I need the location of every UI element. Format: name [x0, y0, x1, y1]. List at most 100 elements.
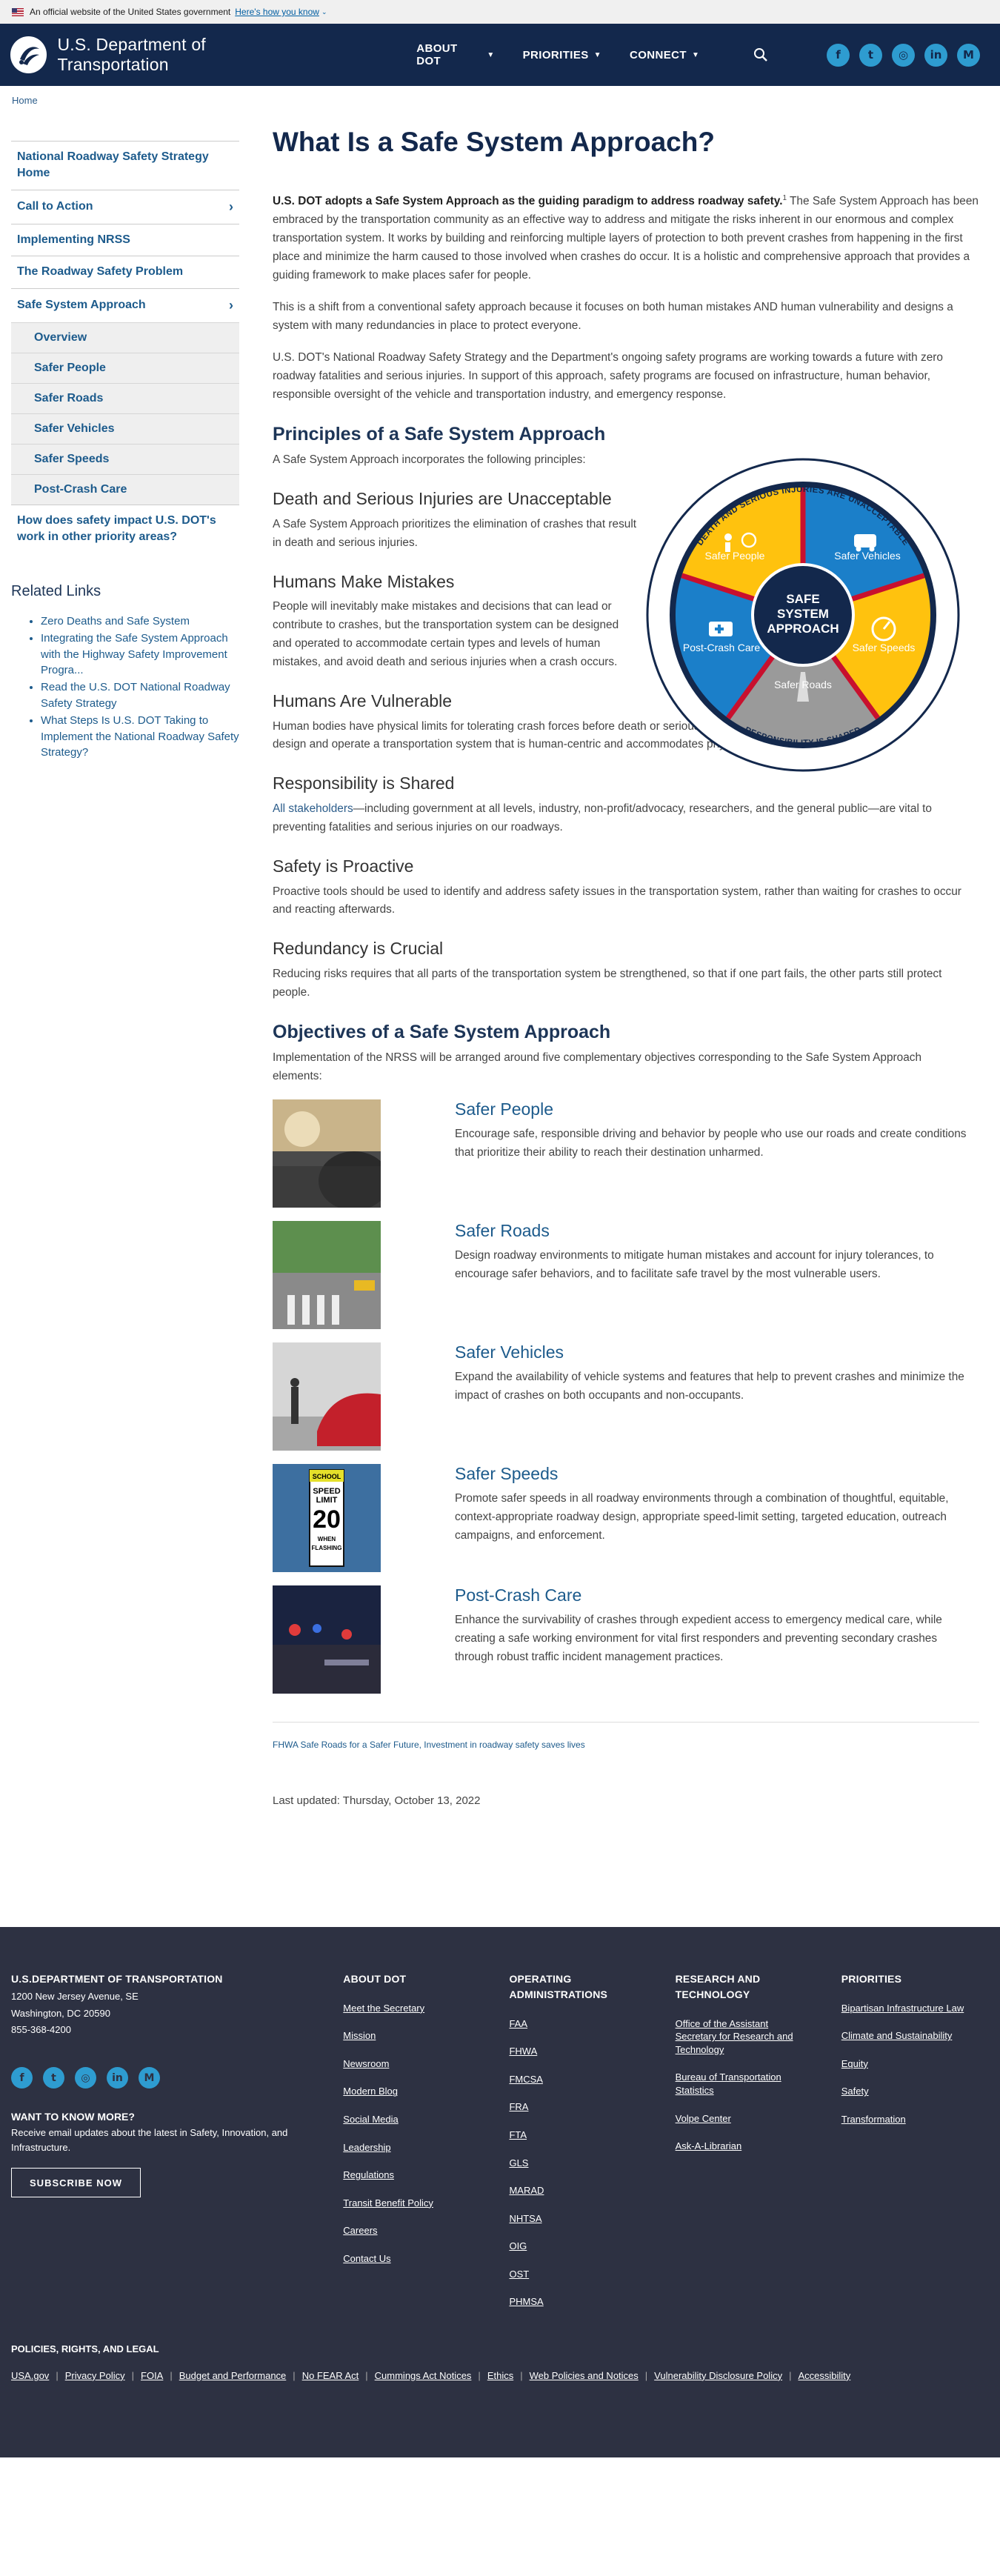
- wheel-segment-safer-speeds: Safer Speeds: [853, 642, 916, 653]
- lead-paragraph: U.S. DOT adopts a Safe System Approach a…: [273, 193, 979, 285]
- sign-speed-text: SPEED: [313, 1487, 340, 1496]
- safer-roads-link[interactable]: Safer Roads: [455, 1221, 550, 1240]
- principles-title: Principles of a Safe System Approach: [273, 424, 606, 445]
- policy-link[interactable]: Budget and Performance: [179, 2370, 287, 2381]
- footer-link[interactable]: Bureau of Transportation Statistics: [676, 2071, 809, 2097]
- footnote-link[interactable]: FHWA Safe Roads for a Safer Future, Inve…: [273, 1740, 979, 1750]
- footer-link[interactable]: Equity: [841, 2057, 989, 2071]
- footer-link[interactable]: Careers: [343, 2224, 509, 2237]
- footer-link[interactable]: Transformation: [841, 2113, 989, 2126]
- footer-link[interactable]: FTA: [509, 2129, 675, 2142]
- related-link[interactable]: Integrating the Safe System Approach wit…: [41, 632, 228, 676]
- sidebar-subitem-safer-vehicles[interactable]: Safer Vehicles: [11, 413, 239, 444]
- subscribe-button[interactable]: SUBSCRIBE NOW: [11, 2168, 141, 2198]
- instagram-icon[interactable]: ◎: [75, 2067, 96, 2089]
- sidebar-subitem-safer-speeds[interactable]: Safer Speeds: [11, 443, 239, 474]
- sidebar-subitem-post-crash-care[interactable]: Post-Crash Care: [11, 473, 239, 505]
- footer-link[interactable]: Meet the Secretary: [343, 2002, 509, 2015]
- sidebar-item-implementing-nrss[interactable]: Implementing NRSS: [11, 223, 239, 256]
- policy-link[interactable]: USA.gov: [11, 2370, 49, 2381]
- site-logo[interactable]: U.S. Department of Transportation: [10, 35, 319, 75]
- footer-link[interactable]: Climate and Sustainability: [841, 2029, 989, 2043]
- objective-text: Expand the availability of vehicle syste…: [455, 1370, 964, 1402]
- facebook-icon[interactable]: f: [827, 43, 850, 67]
- safer-people-link[interactable]: Safer People: [455, 1099, 553, 1119]
- footer-link[interactable]: FAA: [509, 2017, 675, 2031]
- footer-link[interactable]: Newsroom: [343, 2057, 509, 2071]
- footer-link[interactable]: Volpe Center: [676, 2112, 841, 2126]
- footer-link[interactable]: Office of the Assistant Secretary for Re…: [676, 2017, 809, 2057]
- footer-link[interactable]: Contact Us: [343, 2252, 509, 2266]
- linkedin-icon[interactable]: in: [107, 2067, 128, 2089]
- safer-vehicles-link[interactable]: Safer Vehicles: [455, 1342, 564, 1362]
- sidebar-item-priority-areas[interactable]: How does safety impact U.S. DOT's work i…: [11, 504, 239, 553]
- want-to-know-desc: Receive email updates about the latest i…: [11, 2127, 288, 2154]
- footer-link[interactable]: Regulations: [343, 2169, 509, 2182]
- policy-link[interactable]: No FEAR Act: [302, 2370, 359, 2381]
- medium-icon[interactable]: M: [957, 43, 980, 67]
- footer-research-tech: RESEARCH AND TECHNOLOGY Office of the As…: [676, 1971, 841, 2309]
- instagram-icon[interactable]: ◎: [892, 43, 915, 67]
- policy-link[interactable]: FOIA: [141, 2370, 163, 2381]
- objective-text: Promote safer speeds in all roadway envi…: [455, 1491, 949, 1542]
- how-you-know-link[interactable]: Here's how you know: [235, 7, 319, 17]
- policy-link[interactable]: Accessibility: [798, 2370, 850, 2381]
- policy-link[interactable]: Ethics: [487, 2370, 513, 2381]
- emergency-scene-photo: [273, 1585, 381, 1694]
- separator: |: [293, 2369, 296, 2381]
- footer-link[interactable]: Social Media: [343, 2113, 509, 2126]
- related-link[interactable]: Read the U.S. DOT National Roadway Safet…: [41, 681, 230, 709]
- objective-safer-roads: Safer Roads Design roadway environments t…: [273, 1220, 979, 1329]
- linkedin-icon[interactable]: in: [924, 43, 947, 67]
- footer-contact: U.S.DEPARTMENT OF TRANSPORTATION 1200 Ne…: [11, 1971, 343, 2309]
- search-icon[interactable]: [753, 47, 769, 63]
- footer-link[interactable]: Transit Benefit Policy: [343, 2197, 509, 2210]
- footer-link[interactable]: Ask-A-Librarian: [676, 2140, 841, 2153]
- breadcrumb-home-link[interactable]: Home: [12, 95, 38, 106]
- medium-icon[interactable]: M: [139, 2067, 160, 2089]
- footer-link[interactable]: Modern Blog: [343, 2085, 509, 2098]
- twitter-icon[interactable]: t: [43, 2067, 64, 2089]
- sidebar-item-roadway-safety-problem[interactable]: The Roadway Safety Problem: [11, 256, 239, 287]
- safer-speeds-link[interactable]: Safer Speeds: [455, 1464, 558, 1483]
- footer-link[interactable]: PHMSA: [509, 2295, 675, 2309]
- footer-link[interactable]: FRA: [509, 2100, 675, 2114]
- facebook-icon[interactable]: f: [11, 2067, 33, 2089]
- twitter-icon[interactable]: t: [859, 43, 882, 67]
- footer-link[interactable]: OIG: [509, 2240, 675, 2253]
- footer-link[interactable]: NHTSA: [509, 2212, 675, 2226]
- all-stakeholders-link[interactable]: All stakeholders: [273, 802, 353, 815]
- speed-limit-sign-photo: SCHOOL SPEED LIMIT 20 WHEN FLASHING: [273, 1463, 381, 1572]
- footer-link[interactable]: Bipartisan Infrastructure Law: [841, 2002, 989, 2015]
- policies-title: POLICIES, RIGHTS, AND LEGAL: [11, 2343, 159, 2354]
- footer-link[interactable]: Safety: [841, 2085, 989, 2098]
- policy-link[interactable]: Vulnerability Disclosure Policy: [654, 2370, 782, 2381]
- sidebar-item-safe-system-approach[interactable]: Safe System Approach ›: [11, 287, 239, 322]
- nav-priorities[interactable]: PRIORITIES ▼: [523, 42, 601, 67]
- sidebar-subitem-safer-roads[interactable]: Safer Roads: [11, 382, 239, 413]
- footer-link[interactable]: GLS: [509, 2157, 675, 2170]
- related-link[interactable]: What Steps Is U.S. DOT Taking to Impleme…: [41, 714, 239, 759]
- footer-link[interactable]: MARAD: [509, 2184, 675, 2197]
- footer-link[interactable]: FMCSA: [509, 2073, 675, 2086]
- principles-section: Principles of a Safe System Approach A S…: [273, 424, 979, 1002]
- footer-link[interactable]: Leadership: [343, 2141, 509, 2154]
- footer-link[interactable]: OST: [509, 2268, 675, 2281]
- sidebar-item-nrss-home[interactable]: National Roadway Safety Strategy Home: [11, 141, 239, 190]
- nav-connect[interactable]: CONNECT ▼: [630, 42, 699, 67]
- footer-link[interactable]: Mission: [343, 2029, 509, 2043]
- sidebar-item-call-to-action[interactable]: Call to Action ›: [11, 189, 239, 224]
- sidebar-subitem-overview[interactable]: Overview: [11, 322, 239, 353]
- wheel-center-line2: SYSTEM: [777, 607, 829, 621]
- policy-link[interactable]: Cummings Act Notices: [375, 2370, 472, 2381]
- policy-link[interactable]: Web Policies and Notices: [530, 2370, 639, 2381]
- footer-address-line: Washington, DC 20590: [11, 2007, 110, 2019]
- objective-text: Encourage safe, responsible driving and …: [455, 1127, 967, 1159]
- wheel-center-line1: SAFE: [786, 592, 819, 606]
- related-link[interactable]: Zero Deaths and Safe System: [41, 615, 190, 628]
- policy-link[interactable]: Privacy Policy: [65, 2370, 125, 2381]
- nav-about-dot[interactable]: ABOUT DOT ▼: [416, 42, 494, 67]
- footer-link[interactable]: FHWA: [509, 2045, 675, 2058]
- post-crash-care-link[interactable]: Post-Crash Care: [455, 1585, 581, 1605]
- sidebar-subitem-safer-people[interactable]: Safer People: [11, 352, 239, 383]
